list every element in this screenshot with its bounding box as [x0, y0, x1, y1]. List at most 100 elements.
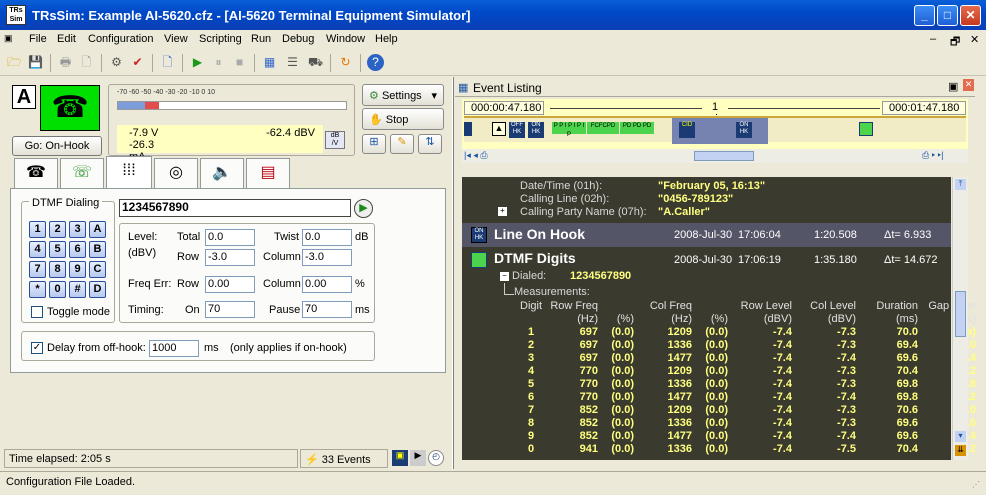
playback-icon[interactable]: ▶ — [410, 450, 426, 466]
keypad-key[interactable]: 4 — [29, 241, 46, 258]
event-list-scrollbar[interactable]: ⤒ ▾ ⇊ — [952, 177, 968, 460]
tab-dtmf[interactable]: ⁞⁞⁞ — [106, 156, 152, 189]
keypad-key[interactable]: 7 — [29, 261, 46, 278]
tab-audio[interactable]: 🔈 — [200, 158, 244, 188]
clock-icon[interactable]: ◴ — [428, 450, 444, 466]
close-button[interactable]: ✕ — [960, 5, 981, 26]
add-script-icon[interactable]: ⊞ — [362, 134, 386, 154]
on-time-input[interactable]: 70 — [205, 301, 255, 318]
expand-icon[interactable]: + — [498, 207, 507, 216]
resize-grip-icon[interactable]: ⋰ — [972, 480, 980, 489]
keypad-key[interactable]: A — [89, 221, 106, 238]
tab-phone-offhook[interactable]: ☏ — [60, 158, 104, 188]
open-folder-icon[interactable]: 🗁 — [6, 54, 23, 71]
new-document-icon[interactable]: 🗋 — [159, 54, 176, 71]
run-icon[interactable]: ▶ — [189, 54, 206, 71]
notes-icon[interactable]: ☰ — [284, 54, 301, 71]
freq-err-column-input[interactable]: 0.00 — [302, 276, 352, 293]
pause-icon[interactable]: ⏸ — [210, 54, 227, 71]
swap-icon[interactable]: ⇅ — [418, 134, 442, 154]
column-level-input[interactable]: -3.0 — [302, 249, 352, 266]
keypad-key[interactable]: 3 — [69, 221, 86, 238]
timeline-offhook-event[interactable]: OFF HK — [509, 122, 525, 138]
maximize-button[interactable]: □ — [937, 5, 958, 26]
keypad-key[interactable]: B — [89, 241, 106, 258]
menu-view[interactable]: View — [164, 33, 188, 45]
freq-err-row-input[interactable]: 0.00 — [205, 276, 255, 293]
car-icon[interactable]: ⛟ — [307, 54, 324, 71]
measurement-row[interactable]: 7852(0.0)1209(0.0)-7.4-7.370.670.0 — [468, 404, 982, 417]
menu-help[interactable]: Help — [375, 33, 398, 45]
timeline-pd-events[interactable]: PD PD PD — [620, 122, 654, 134]
timeline-fc-events[interactable]: FCFCPD — [587, 122, 619, 134]
help-icon[interactable]: ? — [367, 54, 384, 71]
settings-button[interactable]: ⚙ Settings ▾ — [362, 84, 444, 106]
go-on-hook-button[interactable]: Go: On-Hook — [12, 136, 102, 156]
splitter[interactable] — [452, 77, 454, 469]
timeline-dtmf-event[interactable] — [859, 122, 873, 136]
tab-phone[interactable]: ☎ — [14, 158, 58, 188]
measurement-row[interactable]: 8852(0.0)1336(0.0)-7.4-7.369.669.6 — [468, 417, 982, 430]
toggle-mode-checkbox[interactable] — [31, 306, 43, 318]
mdi-close-button[interactable]: ✕ — [970, 33, 979, 46]
dbv-unit-toggle-icon[interactable]: dB/V — [325, 131, 345, 149]
save-icon[interactable]: 💾 — [27, 54, 44, 71]
timeline-scrollbar[interactable]: |◂ ◂ ⎙ ⎙ ▸ ▸| — [462, 149, 968, 163]
menu-configuration[interactable]: Configuration — [88, 33, 153, 45]
event-scroll-thumb[interactable] — [955, 291, 966, 337]
timeline-onhook-event-2[interactable]: ON HK — [736, 122, 752, 138]
scroll-first-icon[interactable]: |◂ ◂ ⎙ — [464, 150, 488, 161]
menu-edit[interactable]: Edit — [57, 33, 76, 45]
measurement-row[interactable]: 5770(0.0)1336(0.0)-7.4-7.369.869.8 — [468, 378, 982, 391]
timeline-onhook-event[interactable]: ON HK — [528, 122, 544, 138]
keypad-key[interactable]: * — [29, 281, 46, 298]
stop-icon[interactable]: ■ — [231, 54, 248, 71]
collapse-icon[interactable]: − — [500, 272, 509, 281]
dial-play-button[interactable]: ▶ — [354, 199, 373, 218]
keypad-key[interactable]: # — [69, 281, 86, 298]
scroll-lock-icon[interactable]: ⇊ — [955, 445, 966, 456]
mdi-icon[interactable]: ▣ — [4, 33, 13, 44]
pane-maximize-icon[interactable]: ▣ — [948, 80, 958, 93]
measurement-row[interactable]: 3697(0.0)1477(0.0)-7.4-7.469.670.4 — [468, 352, 982, 365]
measurement-row[interactable]: 0941(0.0)1336(0.0)-7.4-7.570.470.2 — [468, 443, 982, 456]
menu-file[interactable]: File — [29, 33, 47, 45]
total-level-input[interactable]: 0.0 — [205, 229, 255, 246]
keypad-key[interactable]: D — [89, 281, 106, 298]
minimize-button[interactable]: _ — [914, 5, 935, 26]
keypad-key[interactable]: 1 — [29, 221, 46, 238]
scroll-last-icon[interactable]: ⎙ ▸ ▸| — [922, 150, 944, 161]
timeline-pulse-events[interactable]: P P I P I P I P — [552, 122, 586, 138]
tab-log[interactable]: ▤ — [246, 158, 290, 188]
keypad-key[interactable]: 0 — [49, 281, 66, 298]
menu-debug[interactable]: Debug — [282, 33, 314, 45]
keypad-key[interactable]: 8 — [49, 261, 66, 278]
measurement-row[interactable]: 9852(0.0)1477(0.0)-7.4-7.469.670.4 — [468, 430, 982, 443]
menu-run[interactable]: Run — [251, 33, 271, 45]
calendar-icon[interactable]: ▦ — [261, 54, 278, 71]
print-icon[interactable]: 🖶 — [57, 54, 74, 71]
row-level-input[interactable]: -3.0 — [205, 249, 255, 266]
measurement-row[interactable]: 4770(0.0)1209(0.0)-7.4-7.370.470.2 — [468, 365, 982, 378]
measurement-row[interactable]: 1697(0.0)1209(0.0)-7.4-7.370.0(n/a) — [468, 326, 982, 339]
twist-input[interactable]: 0.0 — [302, 229, 352, 246]
delay-checkbox[interactable]: ✓ — [31, 342, 43, 354]
measurement-row[interactable]: 6770(0.0)1477(0.0)-7.4-7.469.870.2 — [468, 391, 982, 404]
timeline-ring-icon[interactable]: ▲ — [492, 122, 506, 136]
timeline-strip[interactable]: ▲ OFF HK ON HK P P I P I P I P FCFCPD PD… — [464, 116, 966, 144]
tab-rotary[interactable]: ◎ — [154, 158, 198, 188]
menu-scripting[interactable]: Scripting — [199, 33, 242, 45]
keypad-key[interactable]: C — [89, 261, 106, 278]
pause-time-input[interactable]: 70 — [302, 301, 352, 318]
settings-gear-icon[interactable]: ⚙ — [108, 54, 125, 71]
scroll-down-icon[interactable]: ▾ — [955, 431, 966, 442]
keypad-key[interactable]: 2 — [49, 221, 66, 238]
timeline-scroll-thumb[interactable] — [694, 151, 754, 161]
keypad-key[interactable]: 6 — [69, 241, 86, 258]
mdi-minimize-button[interactable]: – — [930, 33, 936, 45]
edit-icon[interactable]: ✎ — [390, 134, 414, 154]
telephone-icon[interactable]: ☎ — [40, 85, 100, 131]
pane-close-icon[interactable]: ✕ — [963, 79, 974, 91]
measurement-row[interactable]: 2697(0.0)1336(0.0)-7.4-7.369.470.0 — [468, 339, 982, 352]
print-preview-icon[interactable]: 🗋 — [78, 54, 95, 71]
